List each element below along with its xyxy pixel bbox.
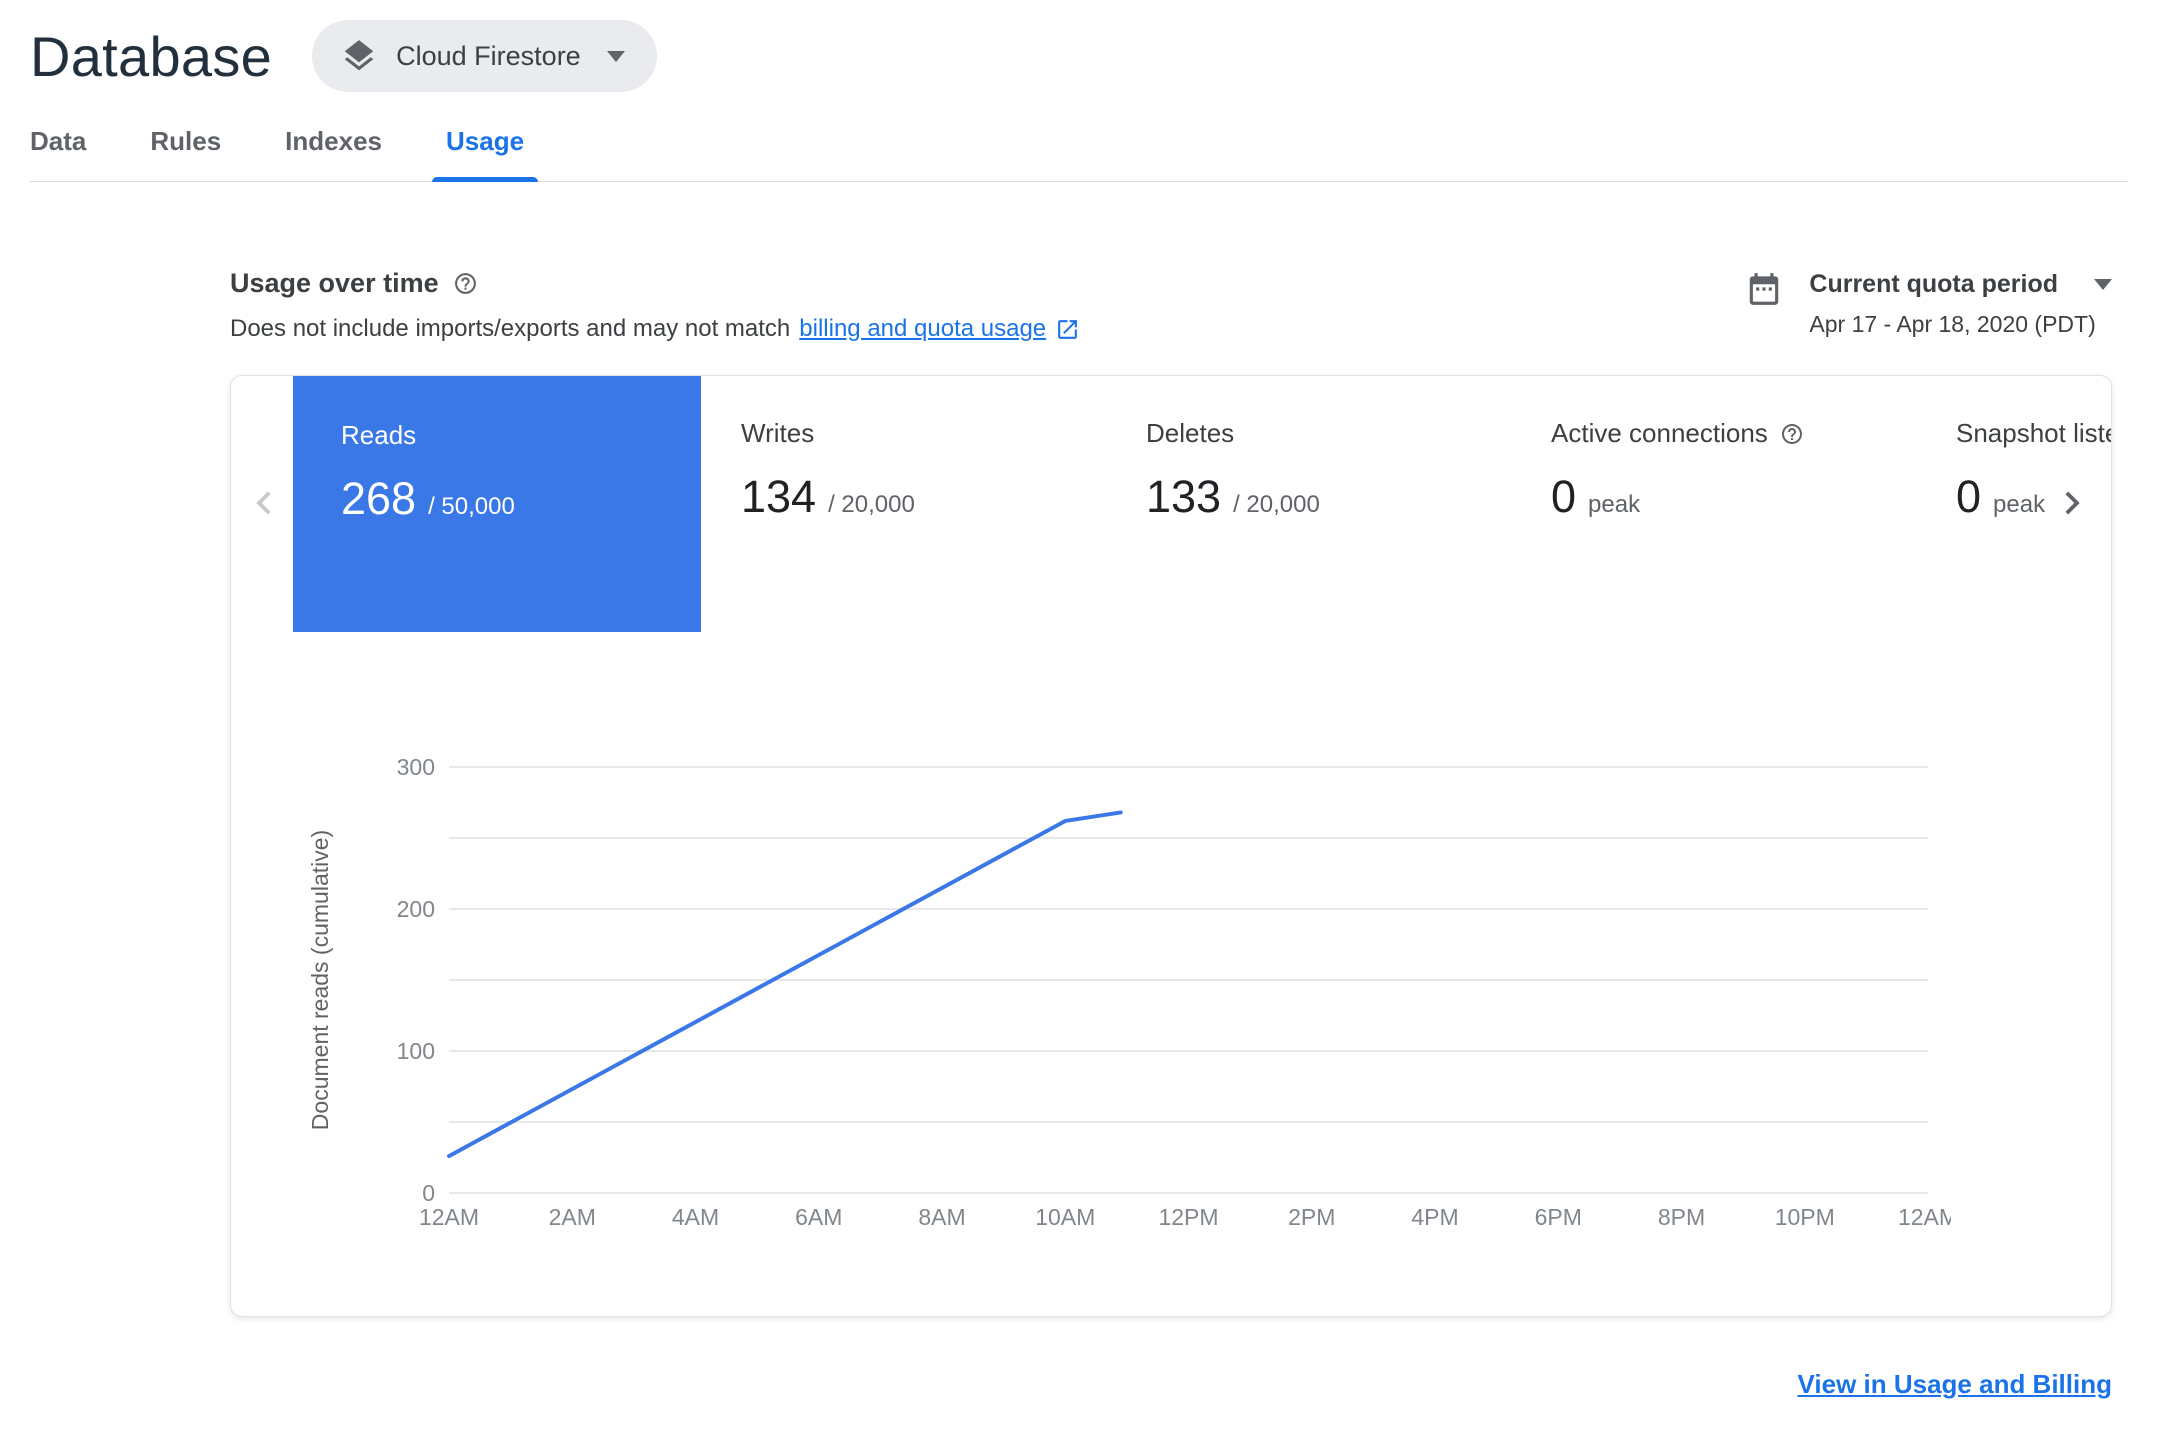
- metric-suffix: / 50,000: [428, 493, 515, 520]
- metric-suffix: peak: [1993, 491, 2046, 518]
- svg-text:12AM: 12AM: [1898, 1204, 1951, 1230]
- product-selector[interactable]: Cloud Firestore: [312, 20, 657, 92]
- billing-quota-usage-link[interactable]: billing and quota usage: [799, 315, 1046, 343]
- usage-header-left: Usage over time Does not include imports…: [230, 268, 1080, 343]
- svg-text:Document reads (cumulative): Document reads (cumulative): [307, 830, 333, 1130]
- tab-data[interactable]: Data: [30, 126, 86, 181]
- metric-value: 133: [1146, 471, 1222, 522]
- help-icon[interactable]: [453, 271, 478, 296]
- metric-value: 0: [1551, 471, 1577, 522]
- svg-text:6AM: 6AM: [795, 1204, 842, 1230]
- svg-text:8AM: 8AM: [918, 1204, 965, 1230]
- metric-value: 268: [341, 473, 417, 524]
- svg-text:6PM: 6PM: [1535, 1204, 1582, 1230]
- svg-text:10AM: 10AM: [1035, 1204, 1095, 1230]
- svg-text:8PM: 8PM: [1658, 1204, 1705, 1230]
- svg-text:12AM: 12AM: [419, 1204, 479, 1230]
- metric-suffix: / 20,000: [828, 491, 915, 518]
- help-icon[interactable]: [1780, 422, 1804, 446]
- metric-name: Active connections: [1551, 418, 1768, 448]
- chevron-down-icon: [2094, 279, 2112, 290]
- usage-section: Usage over time Does not include imports…: [0, 182, 2162, 1400]
- metric-name: Reads: [341, 420, 417, 450]
- metric-suffix: / 20,000: [1233, 491, 1320, 518]
- metric-suffix: peak: [1588, 491, 1641, 518]
- svg-text:12PM: 12PM: [1158, 1204, 1218, 1230]
- svg-text:300: 300: [397, 759, 435, 780]
- svg-text:0: 0: [422, 1180, 435, 1206]
- firestore-icon: [340, 37, 378, 75]
- metric-name: Deletes: [1146, 418, 1235, 448]
- quota-period-label: Current quota period: [1809, 270, 2058, 298]
- tab-usage[interactable]: Usage: [431, 126, 539, 182]
- usage-line-chart: 0 100 200 300 12AM 2AM 4AM 6AM 8AM 10AM 12PM 2PM 4PM…: [307, 759, 1951, 1230]
- chevron-down-icon: [606, 50, 625, 62]
- usage-card: Reads 268 / 50,000 Writes 134 / 20,000 D…: [230, 375, 2112, 1317]
- metric-name: Snapshot listeners: [1956, 418, 2111, 448]
- firestore-database-usage-page: Database Cloud Firestore Data Rules Inde…: [0, 0, 2162, 1400]
- svg-text:100: 100: [397, 1038, 435, 1064]
- metric-deletes[interactable]: Deletes 133 / 20,000: [1106, 376, 1511, 632]
- svg-text:10PM: 10PM: [1775, 1204, 1835, 1230]
- footer-row: View in Usage and Billing: [230, 1369, 2112, 1400]
- svg-text:2AM: 2AM: [549, 1204, 596, 1230]
- view-usage-billing-link[interactable]: View in Usage and Billing: [1798, 1369, 2112, 1399]
- tab-bar: Data Rules Indexes Usage: [30, 126, 2128, 182]
- tab-rules[interactable]: Rules: [150, 126, 221, 181]
- metric-writes[interactable]: Writes 134 / 20,000: [701, 376, 1106, 632]
- metrics-prev-button[interactable]: [241, 480, 287, 529]
- section-title: Usage over time: [230, 268, 439, 298]
- usage-subtitle: Does not include imports/exports and may…: [230, 315, 1080, 343]
- metric-name: Writes: [741, 418, 815, 448]
- quota-period-selector[interactable]: Current quota period Apr 17 - Apr 18, 20…: [1745, 268, 2112, 338]
- usage-header: Usage over time Does not include imports…: [230, 268, 2112, 343]
- metric-value: 0: [1956, 471, 1982, 522]
- metrics-next-button[interactable]: [2049, 480, 2095, 529]
- tab-indexes[interactable]: Indexes: [285, 126, 382, 181]
- quota-period-range: Apr 17 - Apr 18, 2020 (PDT): [1809, 311, 2096, 337]
- svg-text:4AM: 4AM: [672, 1204, 719, 1230]
- chart-area: 0 100 200 300 12AM 2AM 4AM 6AM 8AM 10AM 12PM 2PM 4PM…: [231, 759, 2111, 1239]
- product-selector-label: Cloud Firestore: [396, 40, 581, 71]
- usage-subtitle-text: Does not include imports/exports and may…: [230, 315, 791, 342]
- svg-text:2PM: 2PM: [1288, 1204, 1335, 1230]
- metric-active-connections[interactable]: Active connections 0 peak: [1511, 376, 1916, 632]
- svg-text:200: 200: [397, 896, 435, 922]
- external-link-icon: [1055, 317, 1080, 342]
- svg-text:4PM: 4PM: [1411, 1204, 1458, 1230]
- metrics-row: Reads 268 / 50,000 Writes 134 / 20,000 D…: [231, 376, 2111, 632]
- page-title: Database: [30, 24, 273, 88]
- app-header: Database Cloud Firestore: [0, 0, 2162, 92]
- quota-period-text: Current quota period Apr 17 - Apr 18, 20…: [1809, 270, 2112, 338]
- calendar-icon: [1745, 270, 1783, 308]
- metric-value: 134: [741, 471, 817, 522]
- metric-reads[interactable]: Reads 268 / 50,000: [293, 376, 701, 632]
